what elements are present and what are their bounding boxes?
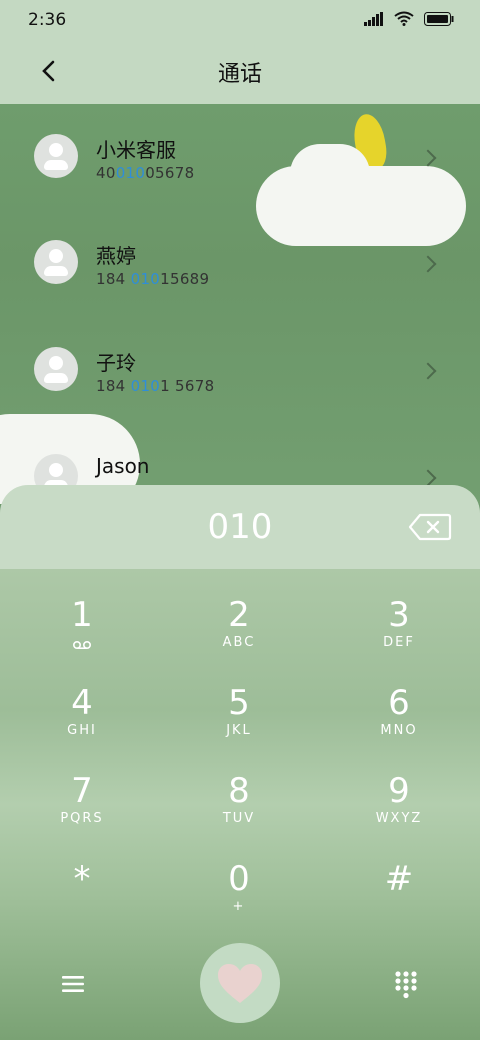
status-icons [364,11,454,26]
call-button[interactable] [200,943,280,1023]
key-hash[interactable]: # [339,859,459,939]
key-2[interactable]: 2 ABC [179,595,299,675]
dial-input-bar: 010 [0,485,480,569]
key-5[interactable]: 5 JKL [179,683,299,763]
avatar [34,240,78,284]
key-8[interactable]: 8 TUV [179,771,299,851]
backspace-icon[interactable] [408,513,452,541]
contact-name: Jason [96,454,150,478]
contact-row[interactable]: 燕婷 184 01015689 [0,210,480,290]
header: 通话 [0,40,480,104]
signal-icon [364,11,383,26]
avatar [34,134,78,178]
key-7[interactable]: 7 PQRS [22,771,142,851]
contact-name: 小米客服 [96,138,176,162]
chevron-right-icon [419,255,437,273]
key-1[interactable]: 1 [22,595,142,675]
chevron-right-icon [419,149,437,167]
chevron-right-icon [419,469,437,487]
contact-number: 4001005678 [96,164,195,182]
key-6[interactable]: 6 MNO [339,683,459,763]
menu-icon[interactable] [62,975,84,993]
contact-row[interactable]: 子玲 184 0101 5678 [0,317,480,397]
chevron-right-icon [419,362,437,380]
status-time: 2:36 [28,10,67,30]
page-title: 通话 [217,62,262,87]
contact-number: 184 0101 5678 [96,377,215,395]
heart-icon [218,964,262,1003]
key-4[interactable]: 4 GHI [22,683,142,763]
voicemail-icon [72,640,92,650]
contact-name: 子玲 [96,351,136,375]
contact-row[interactable]: 小米客服 4001005678 [0,104,480,184]
key-3[interactable]: 3 DEF [339,595,459,675]
wifi-icon [394,11,414,26]
contact-results: 小米客服 4001005678 燕婷 184 01015689 子玲 184 0… [0,104,480,504]
battery-icon [424,11,454,26]
key-star[interactable]: * [22,859,142,939]
contact-number: 184 01015689 [96,270,210,288]
key-0[interactable]: 0 + [179,859,299,939]
key-9[interactable]: 9 WXYZ [339,771,459,851]
status-bar: 2:36 [0,0,480,40]
contact-name: 燕婷 [96,244,136,268]
dial-keypad: 1 2 ABC 3 DEF 4 GHI 5 JKL 6 MNO 7 PQRS 8 TUV 9W… [0,569,480,1040]
avatar [34,347,78,391]
keypad-toggle-icon[interactable] [395,971,417,999]
